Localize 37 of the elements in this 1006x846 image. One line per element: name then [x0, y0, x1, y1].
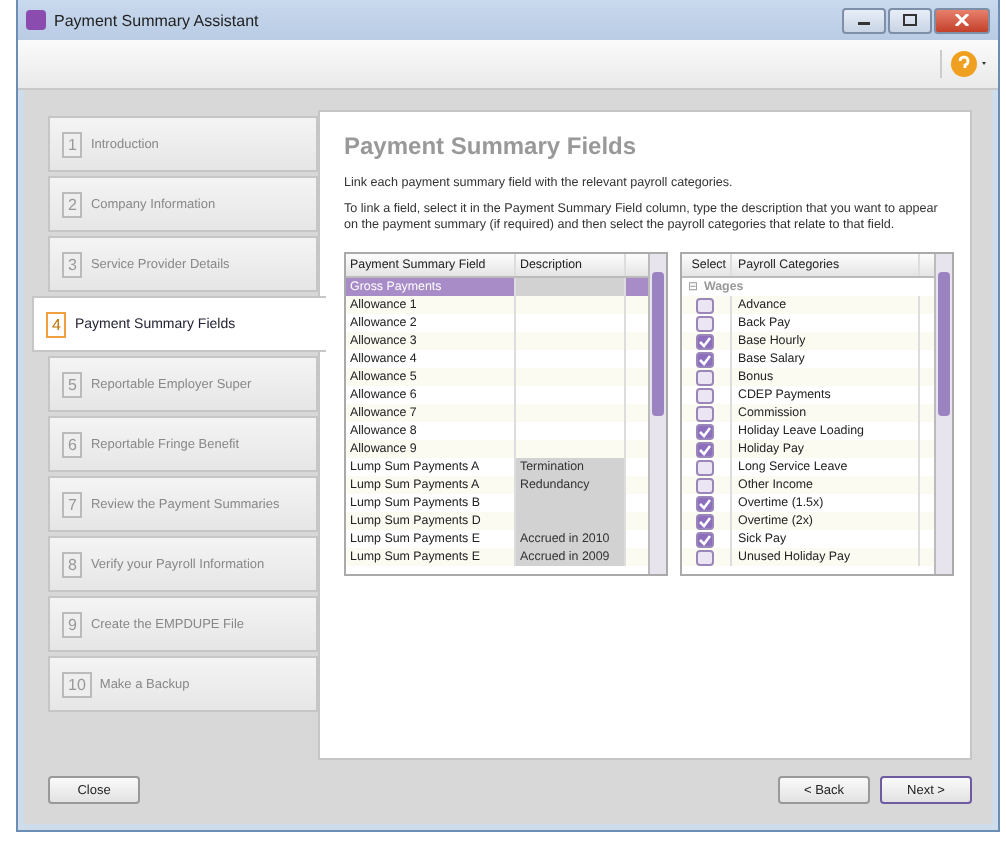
checkbox[interactable] — [695, 351, 713, 367]
checkbox[interactable] — [695, 333, 713, 349]
checkbox[interactable] — [695, 315, 713, 331]
step-number: 9 — [62, 611, 83, 637]
checkbox[interactable] — [695, 531, 713, 547]
checkbox[interactable] — [695, 441, 713, 457]
step-number: 3 — [62, 251, 83, 277]
minimize-button[interactable] — [842, 7, 886, 33]
scrollbar[interactable] — [934, 254, 952, 574]
checkbox[interactable] — [695, 477, 713, 493]
step-number: 6 — [62, 431, 83, 457]
checkbox[interactable] — [695, 513, 713, 529]
checkbox[interactable] — [695, 405, 713, 421]
help-icon[interactable] — [940, 50, 990, 78]
page-heading: Payment Summary Fields — [344, 132, 639, 160]
window-title: Payment Summary Assistant — [54, 11, 259, 29]
checkbox[interactable] — [695, 369, 713, 385]
app-icon — [26, 10, 46, 30]
checkbox[interactable] — [695, 387, 713, 403]
checkbox[interactable] — [695, 495, 713, 511]
maximize-icon — [902, 14, 918, 26]
checkbox[interactable] — [695, 423, 713, 439]
close-button[interactable] — [934, 7, 990, 33]
step-number: 1 — [62, 131, 83, 157]
step-number: 4 — [46, 311, 67, 337]
close-icon — [954, 14, 970, 26]
checkbox[interactable] — [695, 297, 713, 313]
checkbox[interactable] — [695, 459, 713, 475]
step-number: 2 — [62, 191, 83, 217]
step-number: 8 — [62, 551, 83, 577]
description-cell[interactable] — [516, 278, 626, 296]
step-number: 10 — [62, 671, 92, 697]
scrollbar[interactable] — [648, 254, 666, 574]
step-number: 5 — [62, 371, 83, 397]
checkbox[interactable] — [695, 549, 713, 565]
maximize-button[interactable] — [888, 7, 932, 33]
step-number: 7 — [62, 491, 83, 517]
